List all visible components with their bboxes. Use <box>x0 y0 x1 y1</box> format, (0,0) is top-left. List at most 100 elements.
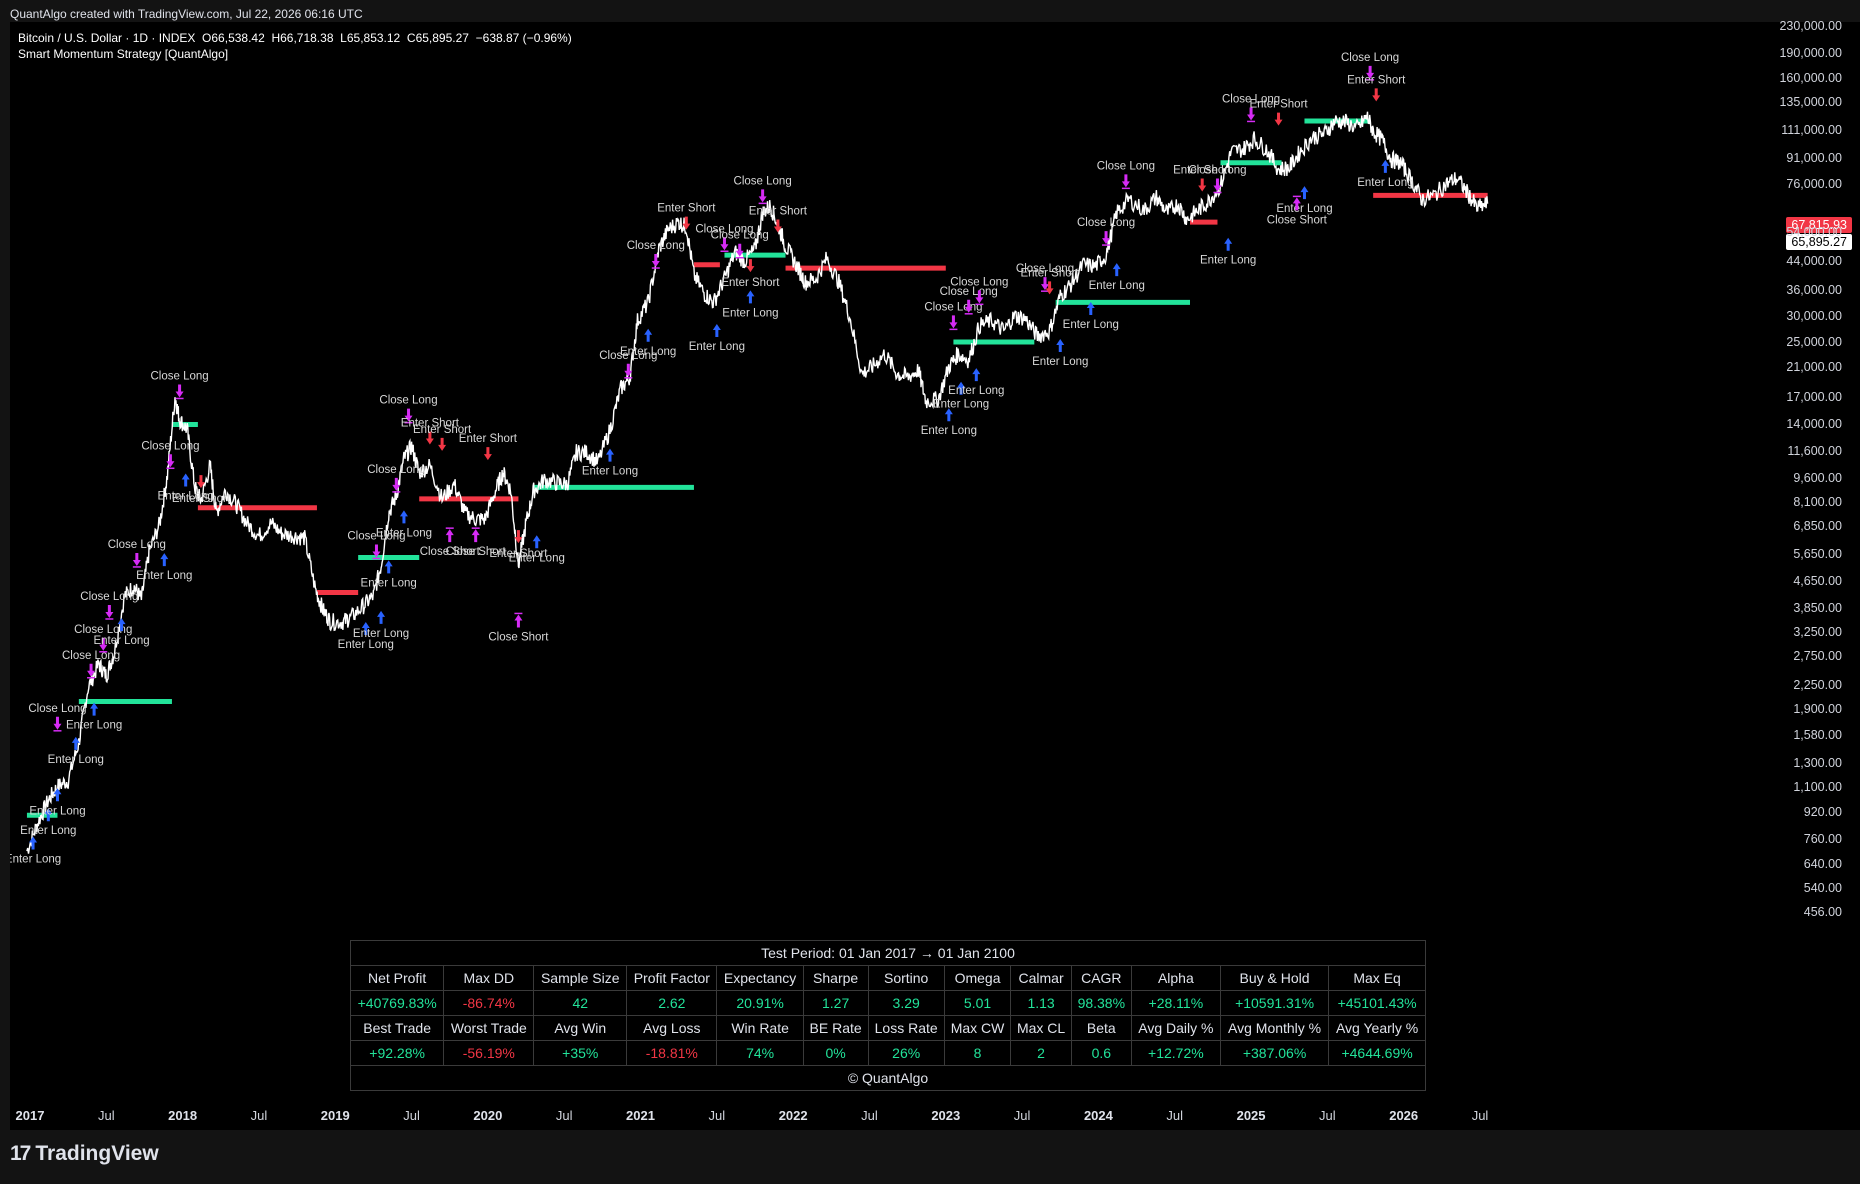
created-by-text: QuantAlgo created with TradingView.com, … <box>10 7 363 21</box>
signal-label: Enter Short <box>1249 99 1308 111</box>
signal-label: Enter Long <box>353 628 409 640</box>
signal-label: Close Long <box>1097 160 1155 172</box>
price-tick: 5,650.00 <box>1793 546 1842 561</box>
price-tick: 111,000.00 <box>1781 122 1842 137</box>
signal-arrow-long <box>746 290 755 304</box>
stat-header-1: Worst Trade <box>443 1015 535 1041</box>
signal-label: Enter Long <box>338 639 394 651</box>
signal-label: Close Long <box>1077 217 1135 229</box>
signal-label: Enter Long <box>1357 177 1413 189</box>
price-tick: 1,580.00 <box>1793 728 1842 743</box>
signal-arrow-short <box>483 447 492 461</box>
time-tick-month: Jul <box>98 1108 115 1123</box>
stat-value-1: -86.74% <box>443 990 535 1016</box>
signal-label: Close Long <box>367 464 425 476</box>
stat-value-9: 98.38% <box>1070 990 1132 1016</box>
signal-label: Close Long <box>150 370 208 382</box>
price-tick: 456.00 <box>1803 905 1842 919</box>
signal-label: Close Short <box>1267 214 1328 226</box>
time-tick-year: 2026 <box>1389 1108 1419 1123</box>
signal-arrow-long <box>1300 186 1309 200</box>
stat-value-12: +45101.43% <box>1328 990 1426 1016</box>
stat-header-2: Avg Win <box>533 1015 628 1041</box>
signal-label: Enter Long <box>20 825 76 837</box>
signal-arrow-long <box>399 510 408 524</box>
stat-header-7: Omega <box>943 965 1012 991</box>
signal-arrow-long <box>1056 338 1065 352</box>
signal-label: Close Long <box>1188 164 1246 176</box>
low-value: L65,853.12 <box>340 31 401 45</box>
price-axis[interactable]: 67,815.93 65,895.27 230,000.00 190,000.00… <box>1778 19 1860 1130</box>
price-tick: 9,600.00 <box>1793 471 1842 486</box>
signal-label: Enter Long <box>933 399 989 411</box>
time-tick-month: Jul <box>250 1108 268 1123</box>
signal-label: Enter Long <box>1200 255 1256 267</box>
stat-value-7: 8 <box>943 1040 1012 1066</box>
indicator-name[interactable]: Smart Momentum Strategy [QuantAlgo] <box>18 46 572 62</box>
high-value: H66,718.38 <box>271 31 334 45</box>
price-tick: 91,000.00 <box>1786 151 1842 165</box>
time-tick-month: Jul <box>708 1108 726 1123</box>
stat-value-5: 0% <box>802 1040 869 1066</box>
signal-arrow-close <box>166 454 175 468</box>
signal-arrow-short <box>438 437 447 451</box>
stat-value-0: +40769.83% <box>349 990 445 1016</box>
test-period: Test Period: 01 Jan 2017 → 01 Jan 2100 <box>350 940 1426 966</box>
stat-header-12: Avg Yearly % <box>1328 1015 1426 1041</box>
signal-arrow-short <box>1198 178 1207 192</box>
signal-arrow-short <box>1045 281 1054 295</box>
stat-value-10: +28.11% <box>1130 990 1221 1016</box>
time-axis[interactable]: 2017 Jul 2018 Jul 2019 Jul 2020 Jul 2021 Jul 2022 J… <box>10 1100 1778 1130</box>
signal-label: Enter Short <box>172 493 231 505</box>
signal-label: Close Long <box>627 240 685 252</box>
price-tick: 230,000.00 <box>1779 19 1842 33</box>
signal-label: Close Long <box>28 703 86 715</box>
stat-header-4: Win Rate <box>716 1015 804 1041</box>
stats-value-row-1: +40769.83% -86.74% 42 2.62 20.91% 1.27 3.29 5.0… <box>349 990 1426 1016</box>
stat-value-5: 1.27 <box>802 990 869 1016</box>
time-tick-year: 2020 <box>473 1108 503 1123</box>
change-value: −638.87 (−0.96%) <box>475 31 572 45</box>
open-value: O66,538.42 <box>202 31 265 45</box>
signal-label: Enter Long <box>1089 280 1145 292</box>
time-tick-month: Jul <box>403 1108 420 1123</box>
signal-label: Close Long <box>379 395 437 407</box>
tradingview-logo[interactable]: 17 TradingView <box>10 1142 159 1166</box>
signal-label: Enter Long <box>582 466 638 478</box>
time-tick-month: Jul <box>1471 1108 1489 1123</box>
signal-label: Enter Short <box>1347 74 1406 86</box>
stat-value-1: -56.19% <box>443 1040 535 1066</box>
time-tick-month: Jul <box>555 1108 573 1123</box>
stat-header-11: Avg Monthly % <box>1219 1015 1330 1041</box>
stat-header-0: Net Profit <box>349 965 445 991</box>
signal-label: Enter Long <box>136 570 192 582</box>
signal-label: Enter Short <box>721 277 780 289</box>
price-tick: 1,100.00 <box>1793 779 1842 794</box>
signal-arrow-long <box>644 328 653 342</box>
symbol-line: Bitcoin / U.S. Dollar · 1D · INDEX O66,5… <box>18 30 572 46</box>
signal-arrow-short <box>746 259 755 273</box>
chart-panel[interactable]: Enter Long Enter Long Enter Long Close Long… <box>10 22 1778 1130</box>
stats-header-row-2: Best Trade Worst Trade Avg Win Avg Loss Win … <box>349 1015 1426 1041</box>
signal-label: Enter Long <box>361 577 417 589</box>
stat-header-0: Best Trade <box>349 1015 445 1041</box>
signal-arrow-long <box>384 560 393 574</box>
stat-value-8: 1.13 <box>1010 990 1072 1016</box>
signal-label: Close Long <box>108 539 166 551</box>
symbol-name: Bitcoin / U.S. Dollar · 1D · INDEX <box>18 31 196 45</box>
time-tick-year: 2024 <box>1083 1108 1113 1123</box>
signal-label: Enter Long <box>921 425 977 437</box>
signal-arrow-long <box>532 535 541 549</box>
signal-arrow-close <box>53 716 62 730</box>
time-tick-year: 2022 <box>778 1108 808 1123</box>
tradingview-logo-icon: 17 <box>10 1142 31 1165</box>
stat-value-9: 0.6 <box>1070 1040 1132 1066</box>
signal-label: Enter Long <box>376 527 432 539</box>
time-tick-year: 2021 <box>626 1108 655 1123</box>
chart-legend: Bitcoin / U.S. Dollar · 1D · INDEX O66,5… <box>18 30 572 62</box>
stat-header-9: CAGR <box>1070 965 1132 991</box>
stat-value-11: +387.06% <box>1219 1040 1330 1066</box>
signal-label: Enter Long <box>10 853 61 865</box>
signal-arrow-short <box>1274 112 1283 126</box>
signal-label: Close Short <box>488 631 549 643</box>
